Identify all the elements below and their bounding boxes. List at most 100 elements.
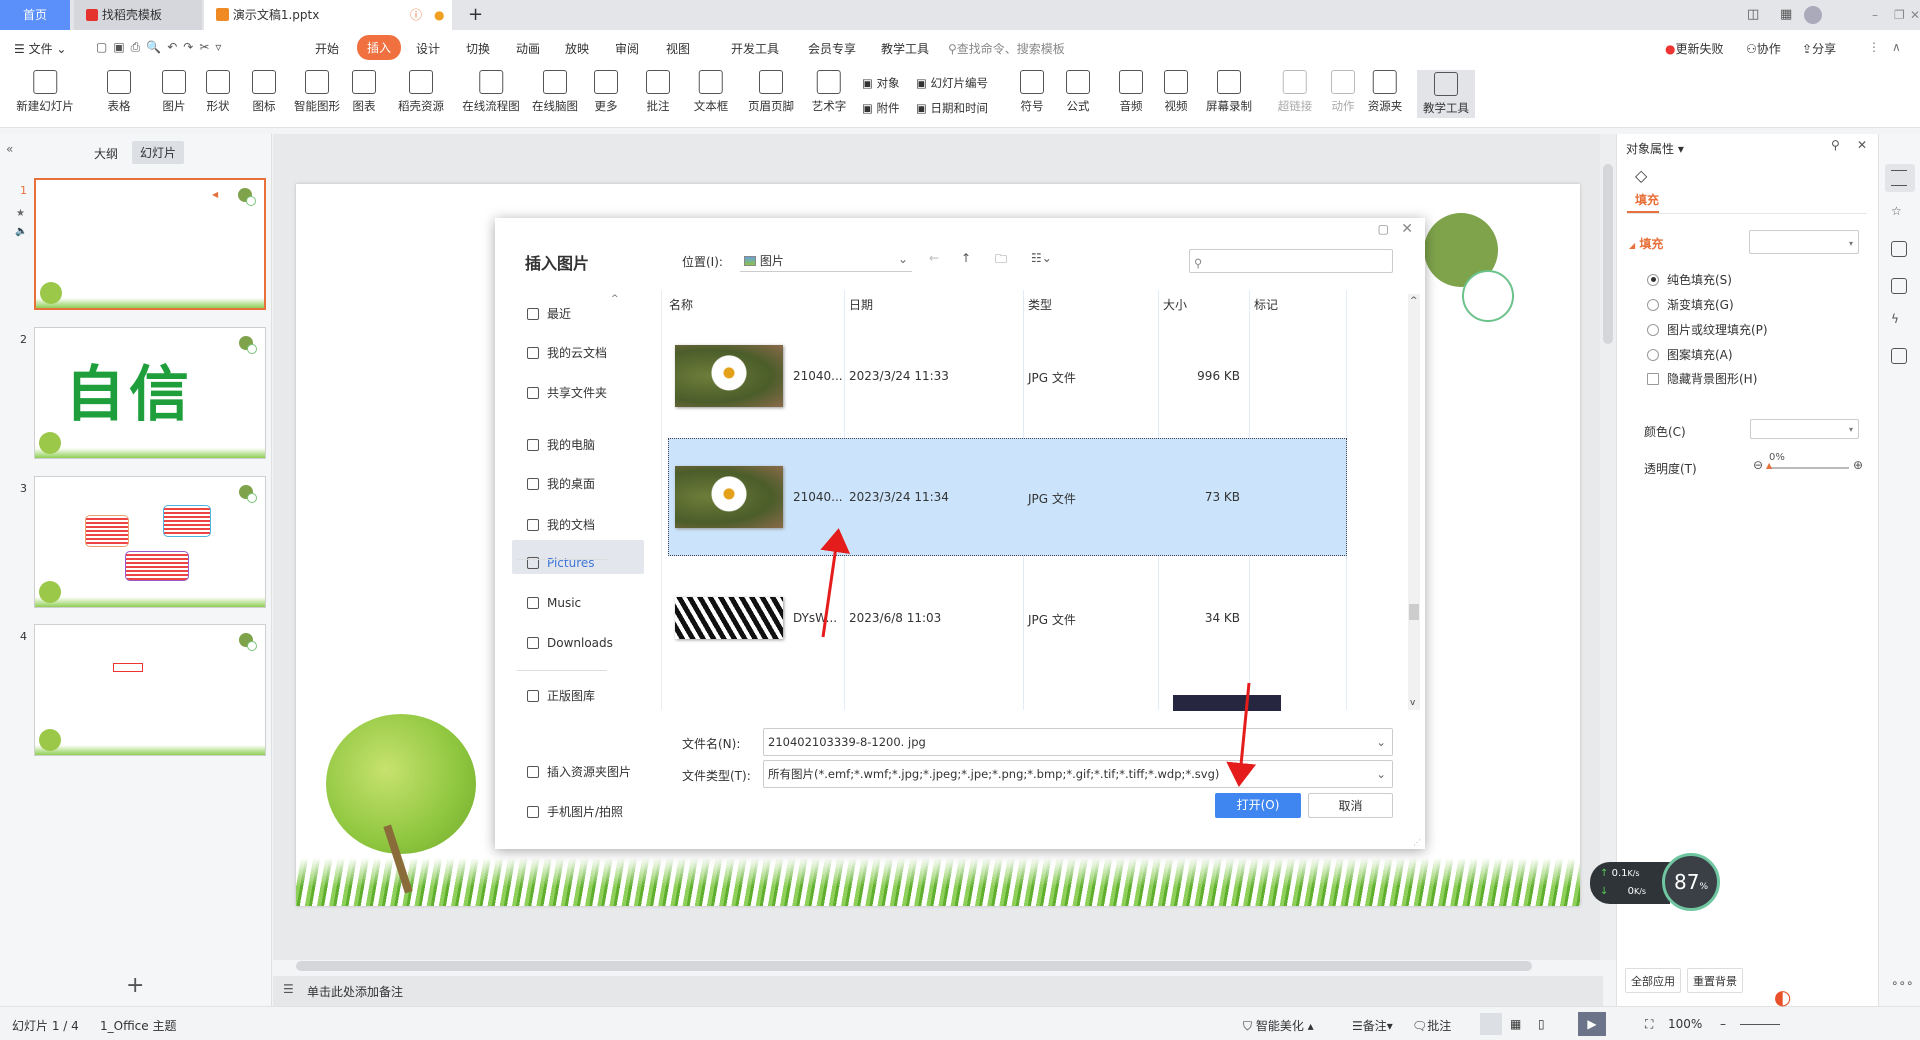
menu-tab[interactable]: 开发工具	[731, 40, 779, 57]
reset-background-button[interactable]: 重置背景	[1687, 968, 1743, 993]
file-name[interactable]: 21040...	[793, 369, 843, 383]
network-speed-widget[interactable]: ↑ 0.1K/s ↓ 0K/s	[1590, 862, 1670, 904]
file-thumbnail[interactable]	[675, 597, 783, 639]
column-header[interactable]: 名称	[669, 296, 693, 313]
ribbon-small-button[interactable]: ▣ 附件	[862, 100, 900, 116]
slide-sorter-icon[interactable]: ▦	[1510, 1017, 1521, 1031]
ribbon-button[interactable]: 视频	[1164, 70, 1188, 114]
menu-tab[interactable]: 会员专享	[808, 40, 856, 57]
collapse-ribbon-icon[interactable]: ∧	[1892, 40, 1901, 54]
nav-item[interactable]: 我的文档	[527, 516, 595, 533]
ribbon-button[interactable]: 符号	[1020, 70, 1044, 114]
file-thumbnail[interactable]	[675, 345, 783, 407]
ribbon-button[interactable]: 公式	[1066, 70, 1090, 114]
ribbon-button[interactable]: 音频	[1119, 70, 1143, 114]
maximize-dialog-button[interactable]: ▢	[1378, 222, 1389, 236]
search-command[interactable]: ⚲查找命令、搜索模板	[948, 40, 1065, 57]
nav-item[interactable]: 我的云文档	[527, 344, 607, 361]
apply-all-button[interactable]: 全部应用	[1625, 968, 1681, 993]
ribbon-button[interactable]: 图标	[252, 70, 276, 114]
resize-grip[interactable]: ⋰	[1413, 838, 1421, 847]
nav-item[interactable]: 我的桌面	[527, 475, 595, 492]
zoom-out-button[interactable]: –	[1720, 1017, 1726, 1031]
menu-tab[interactable]: 切换	[466, 40, 490, 57]
ribbon-button[interactable]: 更多	[594, 70, 618, 114]
file-name[interactable]: DYsW...	[793, 611, 837, 625]
ribbon-small-button[interactable]: ▣ 幻灯片编号	[916, 75, 988, 91]
avatar[interactable]	[1804, 6, 1822, 24]
column-header[interactable]: 标记	[1254, 296, 1278, 313]
slide-thumbnail-2[interactable]: 自信	[34, 327, 266, 459]
comments-button[interactable]: 🗨批注	[1412, 1017, 1451, 1034]
file-list-scrollbar[interactable]: ^ v	[1408, 294, 1420, 710]
share-button[interactable]: ⇪分享	[1802, 40, 1836, 57]
tab-outline[interactable]: 大纲	[94, 145, 118, 162]
ribbon-button[interactable]: 在线流程图	[462, 70, 520, 114]
memory-gauge[interactable]: 87%	[1662, 853, 1720, 911]
nav-item[interactable]: 插入资源夹图片	[527, 763, 631, 780]
notes-button[interactable]: ☰备注▾	[1352, 1017, 1393, 1034]
fill-option-radio[interactable]: 图案填充(A)	[1647, 346, 1733, 363]
book-search-icon[interactable]	[1891, 348, 1907, 364]
menu-tab[interactable]: 设计	[416, 40, 440, 57]
nav-item[interactable]: 正版图库	[527, 687, 595, 704]
menu-tab[interactable]: 视图	[666, 40, 690, 57]
menu-tab[interactable]: 开始	[315, 40, 339, 57]
zoom-level[interactable]: 100%	[1668, 1017, 1702, 1031]
new-folder-button[interactable]: 🗀	[995, 250, 1007, 271]
notes-area[interactable]: ☰ 单击此处添加备注	[273, 976, 1603, 1006]
menu-tab[interactable]: 放映	[565, 40, 589, 57]
fill-section-header[interactable]: ◢ 填充	[1629, 235, 1663, 252]
decrease-transparency-button[interactable]: ⊖	[1753, 458, 1763, 472]
menu-tab[interactable]: 教学工具	[881, 40, 929, 57]
ribbon-button[interactable]: 智能图形	[294, 70, 340, 114]
color-dropdown[interactable]: ▾	[1750, 419, 1859, 439]
file-thumbnail[interactable]	[675, 466, 783, 528]
close-window-button[interactable]: ✕	[1898, 0, 1920, 30]
add-slide-button[interactable]: +	[126, 973, 144, 998]
fill-option-radio[interactable]: 渐变填充(G)	[1647, 296, 1734, 313]
new-tab-button[interactable]: +	[456, 0, 483, 30]
view-mode-button[interactable]: ☷⌄	[1031, 251, 1052, 265]
canvas-vertical-scrollbar[interactable]	[1600, 134, 1616, 960]
ribbon-button[interactable]: 艺术字	[812, 70, 846, 114]
close-dialog-button[interactable]: ✕	[1401, 221, 1413, 237]
lightning-icon[interactable]: ϟ	[1891, 312, 1899, 326]
update-status[interactable]: ●更新失败	[1665, 40, 1724, 57]
fill-option-radio[interactable]: 纯色填充(S)	[1647, 271, 1732, 288]
ribbon-button[interactable]: 动作	[1331, 70, 1355, 114]
ribbon-button[interactable]: 屏幕录制	[1206, 70, 1252, 114]
ribbon-button[interactable]: 图片	[162, 70, 186, 114]
ribbon-button[interactable]: 文本框	[694, 70, 728, 114]
cancel-button[interactable]: 取消	[1308, 793, 1393, 818]
theme-name[interactable]: 1_Office 主题	[100, 1017, 176, 1034]
ribbon-button[interactable]: 新建幻灯片	[16, 70, 74, 114]
beautify-button[interactable]: ⛉ 智能美化 ▴	[1243, 1017, 1314, 1034]
ribbon-button[interactable]: 超链接	[1278, 70, 1312, 114]
file-name[interactable]: 21040...	[793, 490, 843, 504]
ribbon-button[interactable]: 表格	[107, 70, 131, 114]
layout-icon[interactable]: ◫	[1735, 0, 1759, 30]
tab-home[interactable]: 首页	[0, 0, 70, 30]
nav-item[interactable]: 手机图片/拍照	[527, 803, 623, 820]
open-button[interactable]: 打开(O)	[1215, 793, 1301, 818]
ribbon-small-button[interactable]: ▣ 日期和时间	[916, 100, 988, 116]
tab-document[interactable]: 演示文稿1.pptx ⓘ ●	[204, 0, 452, 30]
ribbon-button[interactable]: 稻壳资源	[398, 70, 444, 114]
play-button[interactable]: ▶	[1578, 1012, 1606, 1036]
slide-thumbnail-4[interactable]	[34, 624, 266, 756]
close-panel-icon[interactable]: ✕	[1857, 138, 1867, 152]
ribbon-button[interactable]: 形状	[206, 70, 230, 114]
column-header[interactable]: 大小	[1163, 296, 1187, 313]
collab-button[interactable]: ⚇协作	[1746, 40, 1781, 57]
file-thumbnail[interactable]	[1173, 695, 1281, 711]
nav-item[interactable]: Downloads	[527, 636, 613, 650]
ribbon-button[interactable]: 批注	[646, 70, 670, 114]
canvas-horizontal-scrollbar[interactable]	[282, 961, 1592, 971]
tab-slides[interactable]: 幻灯片	[132, 141, 185, 164]
ribbon-button[interactable]: 页眉页脚	[748, 70, 794, 114]
filename-input[interactable]: 210402103339-8-1200. jpg ⌄	[763, 728, 1393, 756]
menu-tab[interactable]: 审阅	[615, 40, 639, 57]
reading-view-icon[interactable]: ▯	[1538, 1017, 1545, 1031]
nav-item[interactable]: Music	[527, 596, 581, 610]
